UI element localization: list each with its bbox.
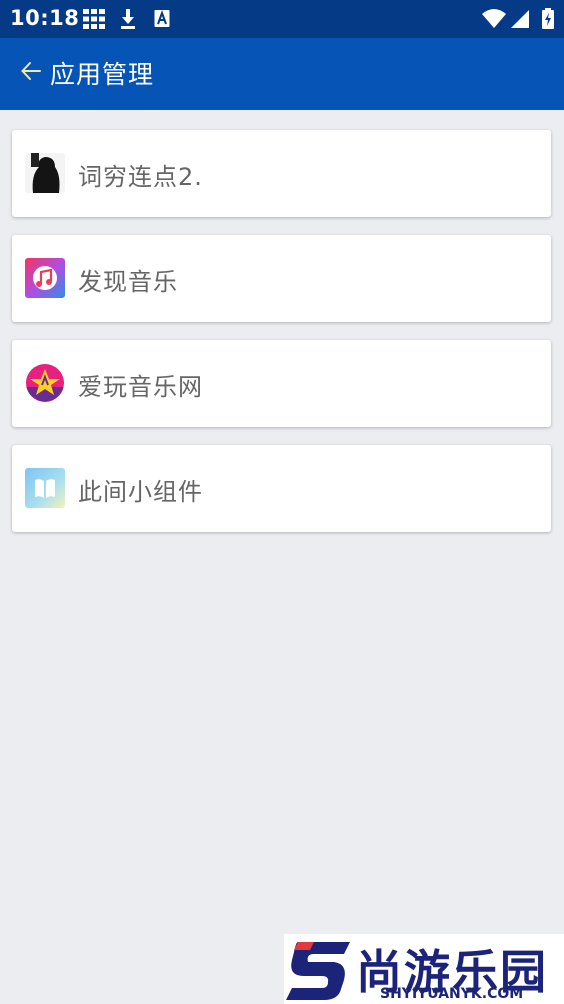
list-item-app[interactable]: 此间小组件 bbox=[12, 445, 551, 532]
list-item-app[interactable]: 爱玩音乐网 bbox=[12, 340, 551, 427]
battery-charging-icon bbox=[542, 8, 554, 29]
book-widget-app-icon bbox=[25, 468, 65, 508]
font-icon bbox=[154, 10, 170, 27]
signal-icon bbox=[511, 10, 529, 28]
app-label: 词穷连点2. bbox=[78, 163, 203, 191]
s-logo-icon bbox=[286, 942, 350, 1000]
star-circle-app-icon bbox=[25, 363, 65, 403]
app-bar: 应用管理 bbox=[0, 38, 564, 110]
app-label: 发现音乐 bbox=[78, 268, 178, 296]
watermark-text-en: SHYIYUANYK.COM bbox=[380, 986, 524, 1002]
status-bar: 10:18 bbox=[0, 0, 564, 38]
download-icon bbox=[121, 9, 135, 29]
wifi-icon bbox=[482, 9, 506, 28]
music-note-app-icon bbox=[25, 258, 65, 298]
grid-icon bbox=[83, 9, 105, 29]
app-label: 爱玩音乐网 bbox=[78, 373, 203, 401]
list-item-app[interactable]: 词穷连点2. bbox=[12, 130, 551, 217]
watermark: 尚游乐园 SHYIYUANYK.COM bbox=[284, 934, 564, 1004]
status-time: 10:18 bbox=[10, 6, 80, 30]
arrow-left-icon[interactable] bbox=[20, 60, 42, 82]
page-title: 应用管理 bbox=[50, 60, 155, 89]
app-label: 此间小组件 bbox=[78, 478, 203, 506]
list-item-app[interactable]: 发现音乐 bbox=[12, 235, 551, 322]
dark-portrait-app-icon bbox=[25, 153, 65, 193]
